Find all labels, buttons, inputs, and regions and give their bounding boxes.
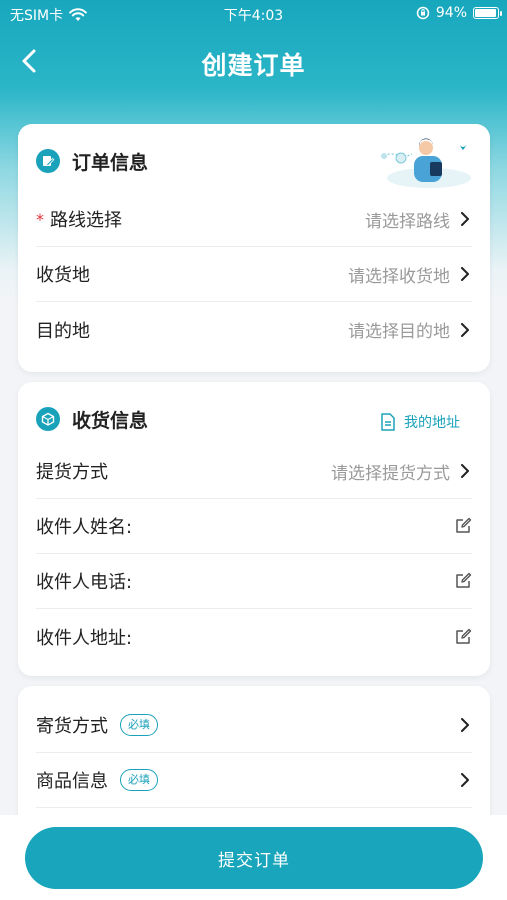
recipient-name-label: 收件人姓名:: [36, 517, 133, 538]
recipient-address-label: 收件人地址:: [36, 627, 133, 649]
pickup-location-placeholder: 请选择收货地: [348, 266, 450, 287]
document-icon: [381, 413, 395, 431]
receive-info-header: 收货信息: [36, 404, 148, 434]
pickup-method-placeholder: 请选择提货方式: [331, 463, 450, 484]
route-select-label: 路线选择: [50, 210, 122, 231]
receive-info-card: 收货信息 我的地址 提货方式 请选择提货方式 收件人姓名: 收件人电话: 收件人…: [18, 382, 490, 676]
edit-document-icon: [36, 149, 60, 173]
chevron-right-icon: [458, 773, 472, 787]
required-mark: *: [36, 209, 44, 229]
status-right: 94%: [416, 5, 502, 21]
recipient-phone-label: 收件人电话:: [36, 572, 133, 593]
orientation-lock-icon: [416, 6, 430, 20]
order-info-title: 订单信息: [72, 151, 149, 174]
recipient-phone-row[interactable]: 收件人电话:: [36, 554, 472, 609]
route-select-placeholder: 请选择路线: [365, 211, 450, 232]
bottom-bar: 提交订单: [0, 815, 507, 900]
submit-order-button[interactable]: 提交订单: [25, 827, 483, 889]
chevron-right-icon: [458, 267, 472, 281]
destination-row[interactable]: 目的地 请选择目的地: [36, 302, 472, 357]
battery-icon: [473, 7, 502, 19]
required-badge: 必填: [120, 714, 158, 736]
destination-label: 目的地: [36, 320, 90, 342]
goods-info-label: 商品信息: [36, 771, 108, 792]
edit-icon[interactable]: [454, 572, 472, 590]
shipping-method-label: 寄货方式: [36, 716, 108, 737]
edit-icon[interactable]: [454, 628, 472, 646]
edit-icon[interactable]: [454, 517, 472, 535]
pickup-method-row[interactable]: 提货方式 请选择提货方式: [36, 444, 472, 499]
status-bar: 无SIM卡 下午4:03 94%: [0, 0, 507, 28]
destination-placeholder: 请选择目的地: [348, 322, 450, 342]
nav-bar: 创建订单: [0, 36, 507, 86]
my-address-link[interactable]: 我的地址: [380, 412, 460, 432]
chevron-right-icon: [458, 212, 472, 226]
required-badge: 必填: [120, 769, 158, 791]
package-icon: [36, 407, 60, 431]
chevron-right-icon: [458, 464, 472, 478]
pickup-location-label: 收货地: [36, 265, 90, 286]
chevron-right-icon: [458, 718, 472, 732]
chevron-right-icon: [458, 322, 472, 337]
pickup-location-row[interactable]: 收货地 请选择收货地: [36, 247, 472, 302]
route-select-row[interactable]: * 路线选择 请选择路线: [36, 192, 472, 247]
order-info-card: 订单信息 * 路线选择 请选择路线 收货地 请选择收货地 目的地 请选择目的地: [18, 124, 490, 372]
battery-percent: 94%: [435, 5, 467, 21]
recipient-name-row[interactable]: 收件人姓名:: [36, 499, 472, 554]
goods-info-row[interactable]: 商品信息 必填: [36, 753, 472, 808]
pickup-method-label: 提货方式: [36, 462, 108, 483]
battery-fill: [475, 9, 496, 17]
shipping-method-row[interactable]: 寄货方式 必填: [36, 698, 472, 753]
recipient-address-row[interactable]: 收件人地址:: [36, 609, 472, 664]
page-title: 创建订单: [201, 51, 306, 80]
my-address-label: 我的地址: [404, 415, 460, 431]
courier-illustration: [381, 138, 471, 188]
order-info-header: 订单信息: [36, 146, 148, 176]
receive-info-title: 收货信息: [72, 409, 149, 432]
